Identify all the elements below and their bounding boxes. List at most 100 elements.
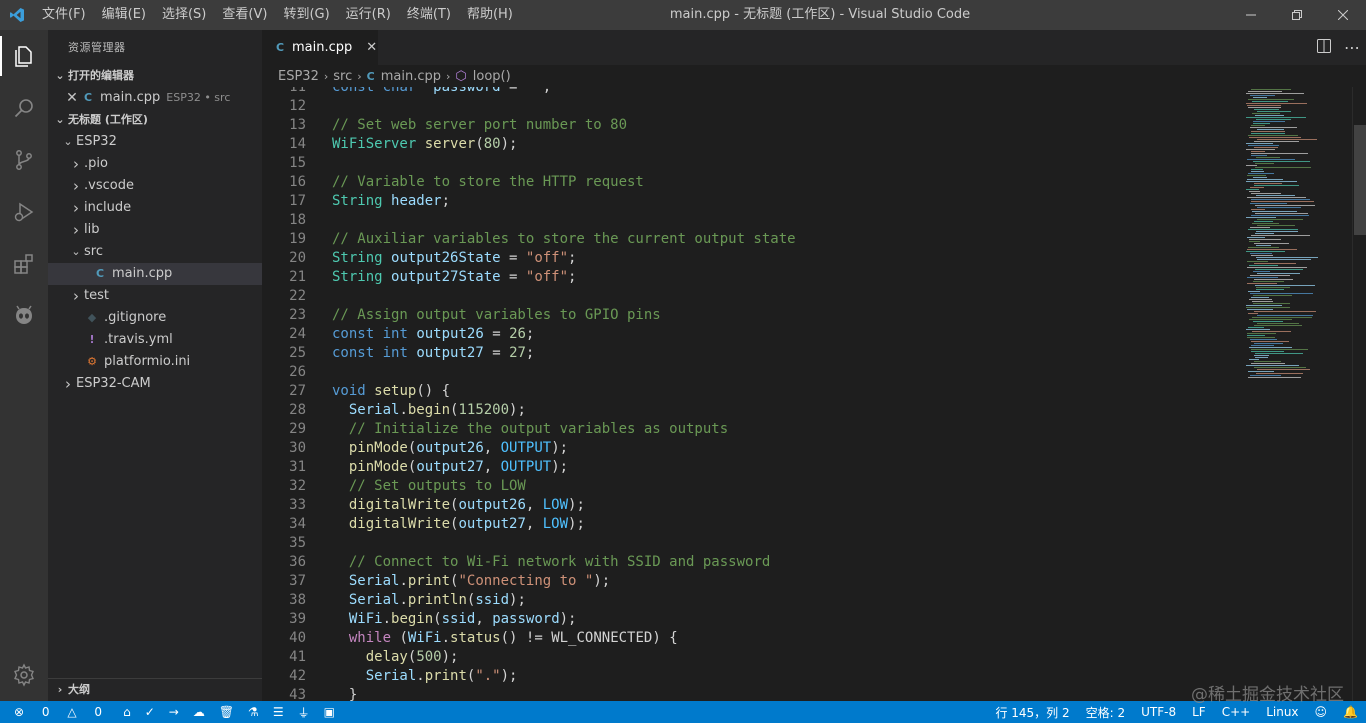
chevron-down-icon: ⌄ — [55, 113, 65, 126]
explorer-icon[interactable] — [0, 30, 48, 82]
problems-indicator[interactable]: ⊗ 0 △ 0 — [0, 705, 116, 719]
indentation[interactable]: 空格: 2 — [1078, 704, 1134, 721]
encoding[interactable]: UTF-8 — [1133, 705, 1184, 719]
tree-item[interactable]: › include — [48, 197, 262, 219]
tree-item[interactable]: › ESP32-CAM — [48, 373, 262, 395]
split-editor-icon[interactable] — [1310, 38, 1338, 57]
line-number: 43 — [289, 687, 306, 701]
code-token: ssid — [475, 592, 510, 608]
menu-item[interactable]: 文件(F) — [34, 0, 94, 30]
sidebar-title: 资源管理器 — [68, 41, 126, 54]
close-tab-icon[interactable]: ✕ — [366, 40, 377, 55]
tree-item[interactable]: › lib — [48, 219, 262, 241]
code-token: ; — [568, 269, 577, 285]
workspace-header[interactable]: ⌄ 无标题 (工作区) — [48, 109, 262, 131]
upload-arrow-icon[interactable]: → — [162, 705, 186, 719]
tree-item[interactable]: ⌄ src — [48, 241, 262, 263]
error-icon: ⊗ — [14, 705, 25, 719]
breadcrumb-item[interactable]: loop() — [473, 69, 511, 84]
tree-item[interactable]: › test — [48, 285, 262, 307]
scrollbar-thumb[interactable] — [1354, 125, 1366, 235]
source-control-icon[interactable] — [0, 134, 48, 186]
menu-item[interactable]: 编辑(E) — [94, 0, 154, 30]
tree-item-label: ESP32 — [76, 134, 117, 149]
plug-icon[interactable]: ⏚ — [291, 704, 317, 721]
code-token: output27 — [416, 459, 484, 475]
code-line: 35 — [262, 534, 796, 553]
code-token: char — [382, 87, 417, 95]
os-indicator[interactable]: Linux — [1258, 705, 1306, 719]
test-flask-icon[interactable]: ⚗ — [241, 705, 266, 719]
line-number: 32 — [289, 478, 306, 494]
cursor-position[interactable]: 行 145，列 2 — [987, 704, 1077, 721]
chevron-right-icon: › — [446, 69, 451, 83]
extensions-icon[interactable] — [0, 238, 48, 290]
cpp-file-icon: C — [83, 91, 93, 104]
home-icon[interactable]: ⌂ — [116, 705, 138, 719]
tab-bar: C main.cpp ✕ ⋯ — [262, 30, 1366, 65]
more-actions-icon[interactable]: ⋯ — [1338, 38, 1366, 57]
breadcrumb-item[interactable]: ESP32 — [278, 69, 319, 84]
code-token: begin — [407, 402, 451, 418]
build-check-icon[interactable]: ✓ — [138, 705, 162, 719]
line-number: 12 — [289, 98, 306, 114]
tree-item[interactable]: ! .travis.yml — [48, 329, 262, 351]
menu-item[interactable]: 转到(G) — [275, 0, 337, 30]
language-mode[interactable]: C++ — [1214, 705, 1259, 719]
menu-item[interactable]: 运行(R) — [338, 0, 399, 30]
monitor-list-icon[interactable]: ☰ — [266, 705, 291, 719]
code-token: ); — [500, 136, 518, 152]
line-ending[interactable]: LF — [1184, 705, 1214, 719]
tree-item[interactable]: ◆ .gitignore — [48, 307, 262, 329]
clean-trash-icon[interactable]: 🗑 — [212, 705, 241, 719]
code-editor[interactable]: 11 const char* password = ""; 12 13// Set w… — [262, 87, 1242, 701]
line-content: // Set web server port number to 80 — [306, 116, 627, 135]
code-line: 22 — [262, 287, 796, 306]
menu-item[interactable]: 帮助(H) — [459, 0, 521, 30]
gear-icon[interactable] — [0, 649, 48, 701]
open-editor-item[interactable]: ✕ C main.cpp ESP32 • src — [48, 87, 262, 109]
code-line: 27 void setup() { — [262, 382, 796, 401]
minimize-button[interactable] — [1228, 0, 1274, 30]
code-token: const — [332, 87, 375, 95]
tree-item[interactable]: › .vscode — [48, 175, 262, 197]
close-window-button[interactable] — [1320, 0, 1366, 30]
run-debug-icon[interactable] — [0, 186, 48, 238]
code-token: ); — [568, 497, 585, 513]
tree-item-label: include — [84, 200, 132, 215]
minimap[interactable] — [1242, 87, 1352, 701]
breadcrumb: ESP32 › src › Cmain.cpp › ⬡ loop() — [262, 65, 1242, 87]
menu-item[interactable]: 终端(T) — [399, 0, 459, 30]
breadcrumb-item[interactable]: main.cpp — [381, 69, 441, 84]
platformio-alien-icon[interactable] — [0, 290, 48, 342]
terminal-icon[interactable]: ▣ — [317, 705, 342, 719]
open-editors-header[interactable]: ⌄ 打开的编辑器 — [48, 65, 262, 87]
code-token: "Connecting to " — [458, 573, 594, 589]
line-content: void setup() { — [306, 382, 450, 401]
code-token: 80 — [483, 136, 501, 152]
tree-item-label: .gitignore — [104, 310, 167, 325]
tree-item[interactable]: Cmain.cpp — [48, 263, 262, 285]
tree-item[interactable]: ⌄ ESP32 — [48, 131, 262, 153]
menu-item[interactable]: 查看(V) — [214, 0, 275, 30]
activity-bar — [0, 30, 48, 701]
code-token: ; — [441, 193, 451, 209]
code-token: String — [332, 250, 383, 266]
maximize-button[interactable] — [1274, 0, 1320, 30]
tree-item[interactable]: › .pio — [48, 153, 262, 175]
breadcrumb-item[interactable]: src — [333, 69, 352, 84]
tree-item[interactable]: ⚙ platformio.ini — [48, 351, 262, 373]
tab-main-cpp[interactable]: C main.cpp ✕ — [262, 30, 378, 65]
feedback-icon[interactable]: ☺ — [1307, 705, 1336, 719]
notifications-bell-icon[interactable]: 🔔 — [1335, 705, 1366, 719]
menu-item[interactable]: 选择(S) — [154, 0, 214, 30]
remote-upload-icon[interactable]: ☁ — [186, 705, 212, 719]
vertical-scrollbar[interactable] — [1352, 87, 1366, 701]
close-icon[interactable]: ✕ — [64, 87, 80, 109]
code-token: output27 — [458, 516, 526, 532]
line-content: pinMode(output26, OUTPUT); — [306, 439, 568, 458]
search-icon[interactable] — [0, 82, 48, 134]
outline-header[interactable]: › 大纲 — [48, 678, 266, 701]
line-content — [306, 287, 332, 306]
